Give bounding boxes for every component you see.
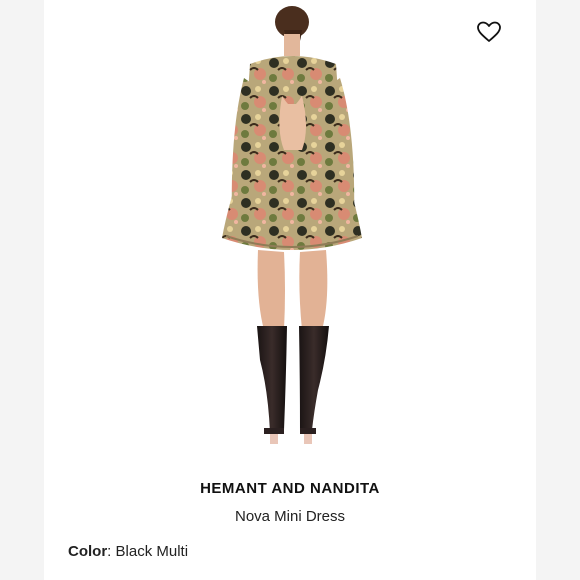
color-value: Black Multi: [115, 543, 189, 560]
product-title: Nova Mini Dress: [234, 508, 346, 525]
color-label: Color: [68, 543, 108, 560]
product-card: HEMANT AND NANDITA Nova Mini Dress Color…: [44, 0, 536, 580]
color-separator: :: [107, 543, 116, 560]
product-image: [44, 0, 536, 460]
color-info: Color: Black Multi: [68, 543, 188, 560]
brand-name[interactable]: HEMANT AND NANDITA: [44, 480, 536, 497]
heart-icon[interactable]: [476, 20, 502, 44]
